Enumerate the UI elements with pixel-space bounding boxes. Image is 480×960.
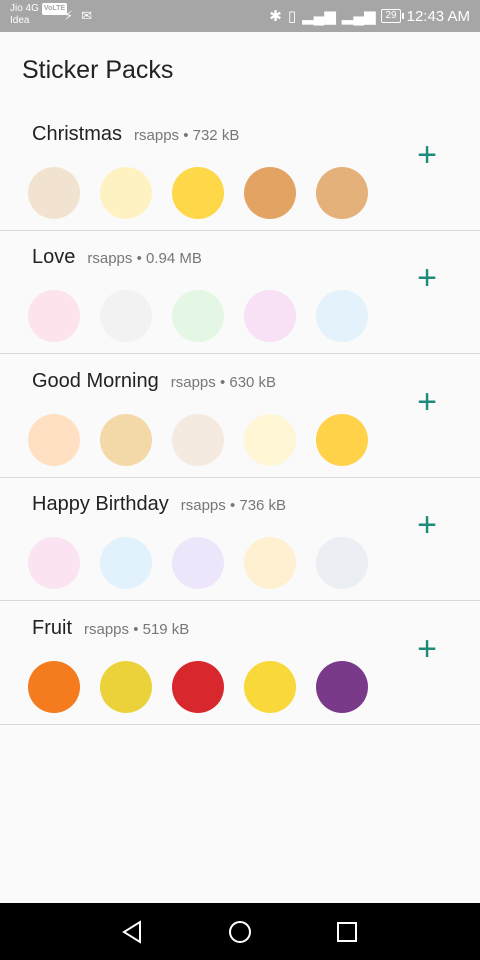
sticker-thumbnail <box>172 167 224 219</box>
sticker-thumbnail <box>316 167 368 219</box>
sticker-thumbnail <box>28 537 80 589</box>
sticker-pack[interactable]: Love rsapps • 0.94 MB + <box>0 230 480 354</box>
carrier-info: Jio 4G VoLTE Idea <box>10 3 68 27</box>
add-pack-button[interactable]: + <box>412 261 442 295</box>
sticker-row <box>28 414 368 466</box>
pack-name: Love <box>32 246 76 268</box>
clock: 12:43 AM <box>406 7 470 25</box>
add-pack-button[interactable]: + <box>412 138 442 172</box>
pack-meta: rsapps • 736 kB <box>180 497 287 514</box>
carrier-2: Idea <box>10 15 30 26</box>
sticker-thumbnail <box>172 537 224 589</box>
sticker-thumbnail <box>100 537 152 589</box>
sticker-thumbnail <box>316 414 368 466</box>
pack-name: Good Morning <box>32 370 159 392</box>
signal-icon: ▂▄▆ <box>302 8 336 25</box>
add-pack-button[interactable]: + <box>412 385 442 419</box>
sticker-pack[interactable]: Happy Birthday rsapps • 736 kB + <box>0 477 480 601</box>
pack-name: Christmas <box>32 123 123 145</box>
sticker-thumbnail <box>172 290 224 342</box>
recents-icon[interactable] <box>332 917 362 947</box>
pack-meta: rsapps • 0.94 MB <box>87 250 202 267</box>
pack-name: Fruit <box>32 617 72 639</box>
sticker-row <box>28 167 368 219</box>
sticker-thumbnail <box>28 414 80 466</box>
sticker-pack[interactable]: Christmas rsapps • 732 kB + <box>0 107 480 231</box>
sticker-row <box>28 661 368 713</box>
sticker-thumbnail <box>244 290 296 342</box>
mail-icon: ✉ <box>81 8 93 23</box>
sticker-thumbnail <box>28 290 80 342</box>
status-bar: Jio 4G VoLTE Idea ⚡ ✉ ✱ ▯ ▂▄▆ ▂▄▆ 29 12:… <box>0 0 480 32</box>
bluetooth-icon: ✱ <box>269 8 282 25</box>
vibrate-icon: ▯ <box>287 8 297 25</box>
carrier-1: Jio 4G <box>10 3 39 14</box>
pack-meta: rsapps • 519 kB <box>84 621 190 638</box>
sticker-row <box>28 290 368 342</box>
sticker-thumbnail <box>100 290 152 342</box>
pack-meta: rsapps • 630 kB <box>170 374 277 391</box>
sticker-thumbnail <box>28 661 80 713</box>
sticker-pack[interactable]: Fruit rsapps • 519 kB + <box>0 601 480 725</box>
pack-header: Happy Birthday rsapps • 736 kB <box>32 493 286 516</box>
sticker-thumbnail <box>244 661 296 713</box>
signal-icon-2: ▂▄▆ <box>341 8 376 25</box>
sticker-thumbnail <box>28 167 80 219</box>
home-icon[interactable] <box>225 917 255 947</box>
sticker-thumbnail <box>244 537 296 589</box>
sticker-thumbnail <box>100 661 152 713</box>
sticker-thumbnail <box>244 414 296 466</box>
pack-header: Fruit rsapps • 519 kB <box>32 617 189 640</box>
battery-icon: 29 <box>381 9 404 23</box>
sticker-thumbnail <box>316 661 368 713</box>
pack-meta: rsapps • 732 kB <box>134 127 240 144</box>
sticker-thumbnail <box>244 167 296 219</box>
navigation-bar <box>0 903 480 960</box>
add-pack-button[interactable]: + <box>412 632 442 666</box>
pack-header: Love rsapps • 0.94 MB <box>32 246 202 269</box>
back-icon[interactable] <box>118 917 148 947</box>
sticker-row <box>28 537 368 589</box>
pack-header: Good Morning rsapps • 630 kB <box>32 370 276 393</box>
sticker-thumbnail <box>172 661 224 713</box>
sticker-thumbnail <box>316 290 368 342</box>
usb-icon: ⚡ <box>64 8 74 23</box>
pack-header: Christmas rsapps • 732 kB <box>32 123 239 146</box>
page-title: Sticker Packs <box>22 56 174 84</box>
pack-name: Happy Birthday <box>32 493 169 515</box>
add-pack-button[interactable]: + <box>412 508 442 542</box>
sticker-thumbnail <box>100 167 152 219</box>
sticker-thumbnail <box>316 537 368 589</box>
sticker-pack[interactable]: Good Morning rsapps • 630 kB + <box>0 354 480 478</box>
sticker-thumbnail <box>100 414 152 466</box>
sticker-thumbnail <box>172 414 224 466</box>
